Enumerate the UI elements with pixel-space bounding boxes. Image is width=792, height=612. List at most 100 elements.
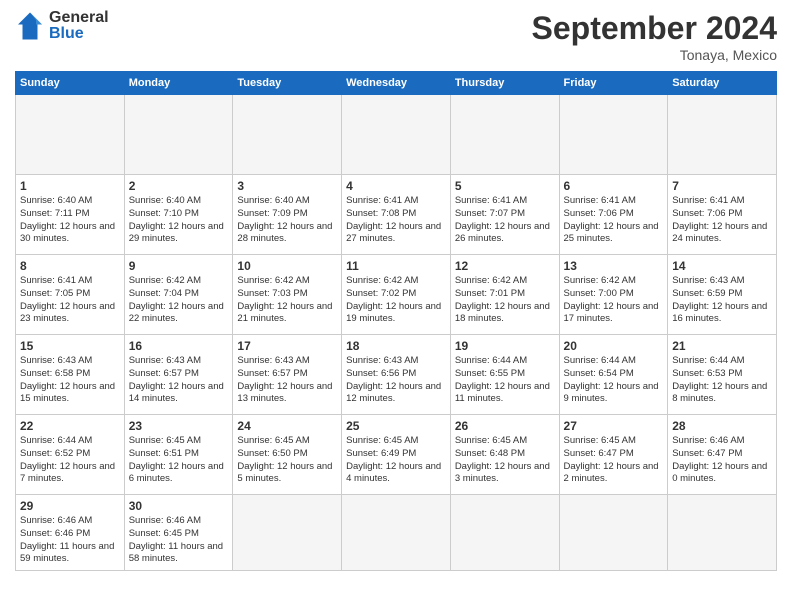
col-saturday: Saturday — [668, 72, 777, 95]
sunset: Sunset: 6:54 PM — [564, 368, 634, 379]
sunset: Sunset: 6:47 PM — [564, 448, 634, 459]
day-info: Sunrise: 6:41 AM Sunset: 7:05 PM Dayligh… — [20, 275, 120, 326]
table-row: 17 Sunrise: 6:43 AM Sunset: 6:57 PM Dayl… — [233, 335, 342, 415]
day-info: Sunrise: 6:45 AM Sunset: 6:51 PM Dayligh… — [129, 435, 229, 486]
sunrise: Sunrise: 6:41 AM — [346, 195, 418, 206]
table-row: 4 Sunrise: 6:41 AM Sunset: 7:08 PM Dayli… — [342, 175, 451, 255]
table-row: 28 Sunrise: 6:46 AM Sunset: 6:47 PM Dayl… — [668, 415, 777, 495]
daylight: Daylight: 12 hours and 11 minutes. — [455, 381, 550, 405]
table-row: 29 Sunrise: 6:46 AM Sunset: 6:46 PM Dayl… — [16, 495, 125, 571]
daylight: Daylight: 12 hours and 7 minutes. — [20, 461, 115, 485]
table-row: 10 Sunrise: 6:42 AM Sunset: 7:03 PM Dayl… — [233, 255, 342, 335]
sunrise: Sunrise: 6:46 AM — [20, 515, 92, 526]
sunrise: Sunrise: 6:41 AM — [455, 195, 527, 206]
sunset: Sunset: 7:08 PM — [346, 208, 416, 219]
table-row — [16, 95, 125, 175]
table-row: 24 Sunrise: 6:45 AM Sunset: 6:50 PM Dayl… — [233, 415, 342, 495]
sunset: Sunset: 7:02 PM — [346, 288, 416, 299]
day-info: Sunrise: 6:41 AM Sunset: 7:08 PM Dayligh… — [346, 195, 446, 246]
day-info: Sunrise: 6:40 AM Sunset: 7:09 PM Dayligh… — [237, 195, 337, 246]
day-info: Sunrise: 6:46 AM Sunset: 6:47 PM Dayligh… — [672, 435, 772, 486]
sunrise: Sunrise: 6:43 AM — [129, 355, 201, 366]
sunrise: Sunrise: 6:44 AM — [672, 355, 744, 366]
col-monday: Monday — [124, 72, 233, 95]
day-number: 14 — [672, 259, 772, 273]
daylight: Daylight: 11 hours and 59 minutes. — [20, 541, 114, 565]
table-row: 25 Sunrise: 6:45 AM Sunset: 6:49 PM Dayl… — [342, 415, 451, 495]
day-info: Sunrise: 6:43 AM Sunset: 6:57 PM Dayligh… — [237, 355, 337, 406]
calendar-header-row: Sunday Monday Tuesday Wednesday Thursday… — [16, 72, 777, 95]
table-row: 8 Sunrise: 6:41 AM Sunset: 7:05 PM Dayli… — [16, 255, 125, 335]
sunrise: Sunrise: 6:43 AM — [20, 355, 92, 366]
day-number: 1 — [20, 179, 120, 193]
day-number: 19 — [455, 339, 555, 353]
day-number: 2 — [129, 179, 229, 193]
sunset: Sunset: 7:04 PM — [129, 288, 199, 299]
day-number: 21 — [672, 339, 772, 353]
sunrise: Sunrise: 6:42 AM — [237, 275, 309, 286]
daylight: Daylight: 12 hours and 17 minutes. — [564, 301, 659, 325]
table-row: 27 Sunrise: 6:45 AM Sunset: 6:47 PM Dayl… — [559, 415, 668, 495]
table-row: 12 Sunrise: 6:42 AM Sunset: 7:01 PM Dayl… — [450, 255, 559, 335]
day-number: 5 — [455, 179, 555, 193]
sunset: Sunset: 6:57 PM — [237, 368, 307, 379]
sunset: Sunset: 6:45 PM — [129, 528, 199, 539]
sunrise: Sunrise: 6:40 AM — [20, 195, 92, 206]
table-row: 11 Sunrise: 6:42 AM Sunset: 7:02 PM Dayl… — [342, 255, 451, 335]
day-info: Sunrise: 6:46 AM Sunset: 6:46 PM Dayligh… — [20, 515, 120, 566]
sunrise: Sunrise: 6:45 AM — [237, 435, 309, 446]
day-number: 26 — [455, 419, 555, 433]
logo-general: General — [49, 10, 109, 26]
day-number: 4 — [346, 179, 446, 193]
daylight: Daylight: 12 hours and 25 minutes. — [564, 221, 659, 245]
col-wednesday: Wednesday — [342, 72, 451, 95]
col-friday: Friday — [559, 72, 668, 95]
day-info: Sunrise: 6:45 AM Sunset: 6:49 PM Dayligh… — [346, 435, 446, 486]
sunset: Sunset: 6:55 PM — [455, 368, 525, 379]
table-row: 13 Sunrise: 6:42 AM Sunset: 7:00 PM Dayl… — [559, 255, 668, 335]
day-info: Sunrise: 6:40 AM Sunset: 7:11 PM Dayligh… — [20, 195, 120, 246]
table-row — [233, 95, 342, 175]
sunrise: Sunrise: 6:45 AM — [455, 435, 527, 446]
location: Tonaya, Mexico — [532, 47, 777, 63]
logo-text: General Blue — [49, 10, 109, 42]
day-number: 11 — [346, 259, 446, 273]
sunrise: Sunrise: 6:44 AM — [20, 435, 92, 446]
sunrise: Sunrise: 6:42 AM — [346, 275, 418, 286]
daylight: Daylight: 11 hours and 58 minutes. — [129, 541, 223, 565]
table-row: 9 Sunrise: 6:42 AM Sunset: 7:04 PM Dayli… — [124, 255, 233, 335]
col-thursday: Thursday — [450, 72, 559, 95]
day-info: Sunrise: 6:45 AM Sunset: 6:50 PM Dayligh… — [237, 435, 337, 486]
day-info: Sunrise: 6:45 AM Sunset: 6:47 PM Dayligh… — [564, 435, 664, 486]
day-info: Sunrise: 6:46 AM Sunset: 6:45 PM Dayligh… — [129, 515, 229, 566]
daylight: Daylight: 12 hours and 3 minutes. — [455, 461, 550, 485]
day-info: Sunrise: 6:40 AM Sunset: 7:10 PM Dayligh… — [129, 195, 229, 246]
day-info: Sunrise: 6:43 AM Sunset: 6:58 PM Dayligh… — [20, 355, 120, 406]
table-row — [233, 495, 342, 571]
day-number: 23 — [129, 419, 229, 433]
sunset: Sunset: 7:06 PM — [672, 208, 742, 219]
table-row: 20 Sunrise: 6:44 AM Sunset: 6:54 PM Dayl… — [559, 335, 668, 415]
page: General Blue September 2024 Tonaya, Mexi… — [0, 0, 792, 612]
day-number: 25 — [346, 419, 446, 433]
day-number: 3 — [237, 179, 337, 193]
day-number: 7 — [672, 179, 772, 193]
table-row: 18 Sunrise: 6:43 AM Sunset: 6:56 PM Dayl… — [342, 335, 451, 415]
table-row — [668, 495, 777, 571]
sunset: Sunset: 6:52 PM — [20, 448, 90, 459]
sunset: Sunset: 7:03 PM — [237, 288, 307, 299]
sunset: Sunset: 6:53 PM — [672, 368, 742, 379]
daylight: Daylight: 12 hours and 14 minutes. — [129, 381, 224, 405]
sunset: Sunset: 7:11 PM — [20, 208, 90, 219]
table-row — [559, 495, 668, 571]
table-row: 3 Sunrise: 6:40 AM Sunset: 7:09 PM Dayli… — [233, 175, 342, 255]
day-number: 30 — [129, 499, 229, 513]
sunset: Sunset: 6:48 PM — [455, 448, 525, 459]
day-number: 29 — [20, 499, 120, 513]
sunset: Sunset: 7:00 PM — [564, 288, 634, 299]
sunrise: Sunrise: 6:42 AM — [129, 275, 201, 286]
logo-blue: Blue — [49, 26, 109, 42]
sunset: Sunset: 6:51 PM — [129, 448, 199, 459]
day-info: Sunrise: 6:41 AM Sunset: 7:06 PM Dayligh… — [564, 195, 664, 246]
day-info: Sunrise: 6:43 AM Sunset: 6:57 PM Dayligh… — [129, 355, 229, 406]
